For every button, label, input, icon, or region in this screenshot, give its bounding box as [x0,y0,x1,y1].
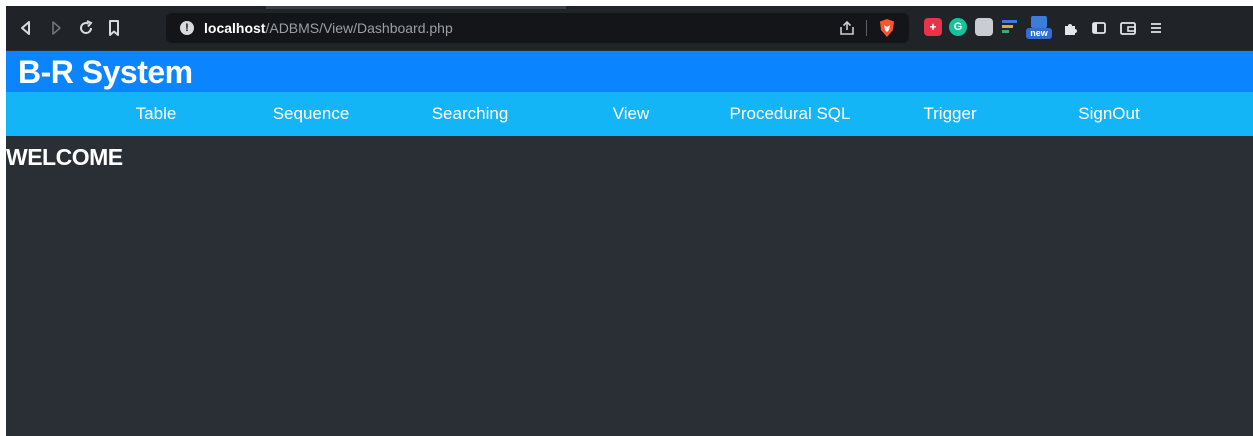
main-navigation: Table Sequence Searching View Procedural… [6,92,1253,136]
info-icon[interactable]: ! [180,21,194,35]
new-badge: new [1026,28,1052,39]
tab-strip-edge [266,6,566,9]
address-bar-divider [866,20,867,36]
browser-window: ! localhost/ADBMS/View/Dashboard.php + G… [6,6,1253,436]
share-icon[interactable] [838,19,856,37]
nav-item-procedural-sql[interactable]: Procedural SQL [730,92,851,136]
url-host: localhost [204,20,266,36]
nav-item-table[interactable]: Table [136,92,177,136]
wallet-icon[interactable] [1118,18,1138,38]
nav-item-searching[interactable]: Searching [432,92,509,136]
brave-shield-icon[interactable] [878,18,896,38]
nav-item-trigger[interactable]: Trigger [923,92,976,136]
reload-icon[interactable] [76,18,96,38]
menu-icon[interactable] [1146,18,1166,38]
nav-item-view[interactable]: View [613,92,650,136]
extension-bars-icon[interactable] [1001,18,1019,36]
back-icon[interactable] [16,18,36,38]
url-path: /ADBMS/View/Dashboard.php [265,20,453,36]
extensions-icon[interactable] [1061,18,1081,38]
bookmark-icon[interactable] [104,18,124,38]
site-header: B-R System [6,51,1253,92]
forward-icon[interactable] [46,18,66,38]
browser-toolbar: ! localhost/ADBMS/View/Dashboard.php + G… [6,6,1253,50]
welcome-heading: WELCOME [6,144,123,170]
url-text[interactable]: localhost/ADBMS/View/Dashboard.php [204,20,453,36]
extension-red-icon[interactable]: + [924,18,942,36]
nav-item-signout[interactable]: SignOut [1078,92,1139,136]
extension-new-icon[interactable]: new [1026,16,1052,40]
sidebar-icon[interactable] [1089,18,1109,38]
nav-item-sequence[interactable]: Sequence [273,92,350,136]
address-bar[interactable]: ! localhost/ADBMS/View/Dashboard.php [166,13,909,43]
grammarly-icon[interactable]: G [949,18,967,36]
monitor-icon [1031,16,1047,28]
site-brand[interactable]: B-R System [18,54,193,91]
extension-gray-icon[interactable] [975,18,993,36]
